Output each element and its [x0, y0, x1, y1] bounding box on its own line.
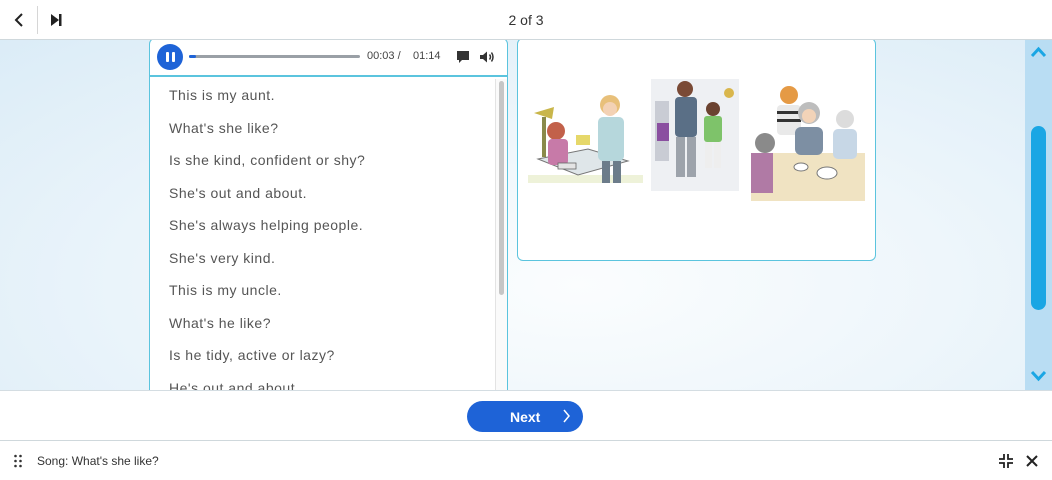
volume-button[interactable]: [479, 49, 495, 65]
lyric-line: She's very kind.: [169, 250, 276, 266]
lyric-line: What's he like?: [169, 315, 271, 331]
lyric-line: Is she kind, confident or shy?: [169, 152, 366, 168]
top-bar: 2 of 3: [0, 0, 1052, 40]
lyric-line: She's out and about.: [169, 185, 307, 201]
status-bar: Song: What's she like?: [0, 440, 1052, 480]
captions-button[interactable]: [455, 49, 471, 65]
next-button[interactable]: Next: [467, 401, 583, 432]
total-time: 01:14: [413, 50, 441, 62]
lyrics-scrollbar-thumb[interactable]: [499, 81, 504, 295]
chevron-down-icon[interactable]: [1030, 370, 1047, 382]
lyric-line: This is my aunt.: [169, 87, 276, 103]
lyrics-scrollbar[interactable]: [495, 79, 507, 390]
volume-icon: [480, 51, 494, 63]
collapse-button[interactable]: [998, 453, 1014, 469]
next-button-label: Next: [510, 409, 541, 425]
activity-title: Song: What's she like?: [37, 454, 159, 468]
lyric-line: What's she like?: [169, 120, 279, 136]
pause-icon: [164, 52, 176, 62]
lyric-line: She's always helping people.: [169, 217, 364, 233]
pause-button[interactable]: [157, 44, 183, 70]
lyric-line: This is my uncle.: [169, 282, 282, 298]
audio-player: 00:03 / 01:14: [150, 40, 507, 77]
lyrics-list: This is my aunt. What's she like? Is she…: [150, 79, 495, 390]
lyrics-panel: 00:03 / 01:14 This is my aunt. What's sh…: [149, 40, 508, 390]
lyric-line: Is he tidy, active or lazy?: [169, 347, 335, 363]
chevron-up-icon[interactable]: [1030, 46, 1047, 58]
close-icon: [1026, 455, 1038, 467]
lyric-line: He's out and about.: [169, 380, 300, 390]
collapse-icon: [999, 454, 1013, 468]
uncle-illustration: [651, 79, 739, 191]
page-scrollbar-thumb[interactable]: [1031, 126, 1046, 310]
current-time: 00:03 /: [367, 50, 401, 62]
image-panel: [517, 40, 876, 261]
audio-progress-bar[interactable]: [189, 55, 360, 58]
drag-handle-icon[interactable]: [13, 454, 23, 468]
page-indicator: 2 of 3: [508, 12, 544, 28]
audio-progress-fill: [189, 55, 196, 58]
close-button[interactable]: [1024, 453, 1040, 469]
captions-icon: [457, 51, 469, 63]
grandparents-illustration: [751, 86, 865, 201]
content-stage: 00:03 / 01:14 This is my aunt. What's sh…: [0, 40, 1052, 390]
footer-navigation: Next: [0, 390, 1052, 440]
chevron-right-icon: [563, 409, 570, 423]
aunt-illustration: [528, 95, 643, 183]
page-scrollbar[interactable]: [1025, 40, 1052, 390]
